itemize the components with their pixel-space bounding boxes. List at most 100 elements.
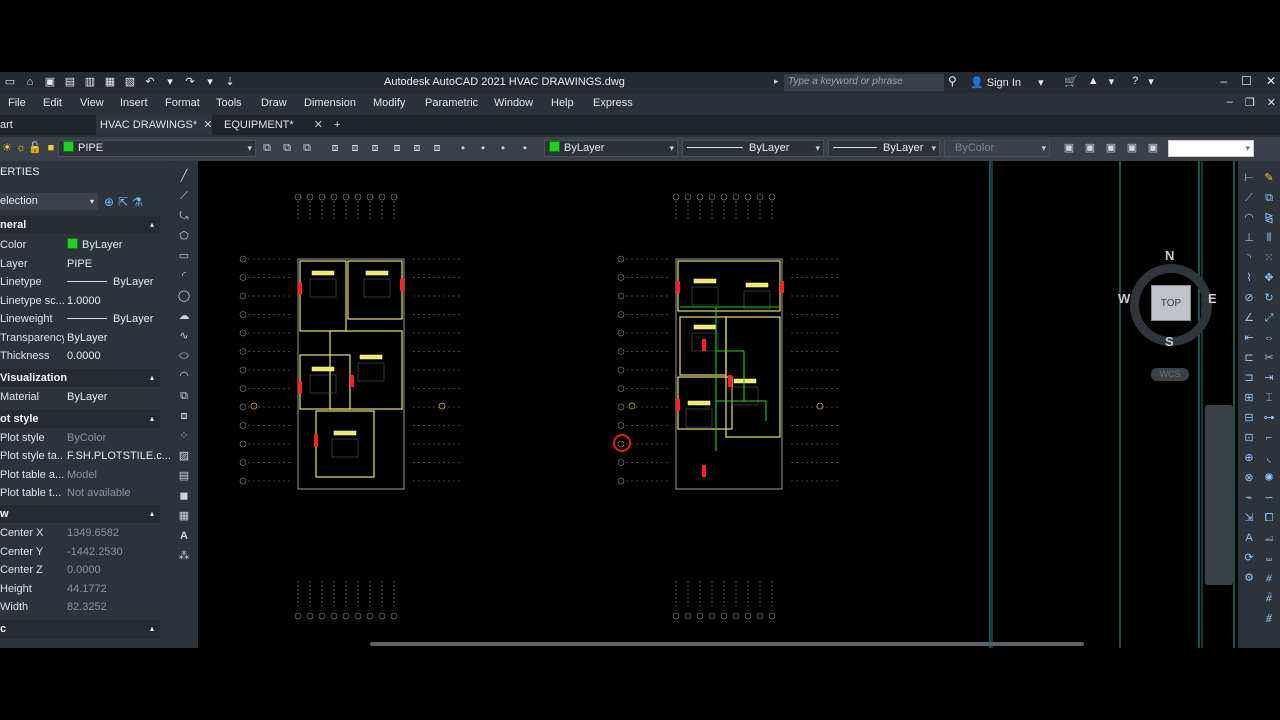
workspace-dropdown[interactable]: ▾ — [1168, 140, 1254, 157]
undo-dropdown-icon[interactable]: ▾ — [162, 75, 178, 89]
dim-update-icon[interactable]: ⟳ — [1242, 551, 1256, 565]
add-selected-icon[interactable]: ⁂ — [177, 549, 191, 563]
multiline-text-icon[interactable]: A — [177, 529, 191, 543]
compass-north[interactable]: N — [1165, 248, 1174, 263]
navigation-bar[interactable] — [1205, 405, 1233, 585]
ellipse-arc-icon[interactable]: ◠ — [177, 369, 191, 383]
point-icon[interactable]: ⁘ — [177, 429, 191, 443]
autodesk-a360-icon[interactable]: ▲ — [1088, 75, 1099, 88]
mirror-icon[interactable]: ⧎ — [1262, 211, 1276, 225]
viewcube-top-face[interactable]: TOP — [1151, 285, 1191, 321]
layer-off-icon[interactable]: ⧈ — [368, 142, 382, 155]
dim-text-edit-icon[interactable]: A — [1242, 531, 1256, 545]
dim-edit-icon[interactable]: ⇲ — [1242, 511, 1256, 525]
circle-icon[interactable]: ◯ — [177, 289, 191, 303]
move-icon[interactable]: ✥ — [1262, 271, 1276, 285]
ordinate-icon[interactable]: ⊥ — [1242, 231, 1256, 245]
rotate-icon[interactable]: ↻ — [1262, 291, 1276, 305]
tab-start[interactable]: art — [0, 115, 60, 135]
space-icon[interactable]: ⊞ — [1242, 391, 1256, 405]
menu-insert[interactable]: Insert — [120, 97, 148, 109]
trim-icon[interactable]: ▣ — [1125, 142, 1139, 155]
isolate-icon[interactable]: ▣ — [1104, 142, 1118, 155]
select-objects-icon[interactable]: ⇱ — [118, 195, 128, 209]
scale-icon[interactable]: ⤢ — [1262, 311, 1276, 325]
cart-icon[interactable]: 🛒 — [1064, 75, 1078, 88]
zoom-extents-icon[interactable]: ▣ — [1146, 142, 1160, 155]
line-icon[interactable]: ╱ — [177, 169, 191, 183]
center-mark-icon[interactable]: ⊕ — [1242, 451, 1256, 465]
layer-isolate-icon[interactable]: ⧈ — [328, 142, 342, 155]
section-plot-style[interactable]: ot style ▴ — [0, 410, 160, 428]
help-dropdown-icon[interactable]: ▾ — [1148, 75, 1154, 88]
jogged-icon[interactable]: ⌇ — [1242, 271, 1256, 285]
extend-icon[interactable]: ⇥ — [1262, 371, 1276, 385]
minimize-icon[interactable]: – — [1220, 74, 1227, 88]
menu-draw[interactable]: Draw — [261, 97, 287, 109]
menu-help[interactable]: Help — [551, 97, 574, 109]
inspect-icon[interactable]: ⊗ — [1242, 471, 1256, 485]
help-icon[interactable]: ? — [1132, 75, 1138, 88]
prop-row-center-z[interactable]: Center Z 0.0000 — [0, 561, 160, 579]
break-icon[interactable]: ⊟ — [1242, 411, 1256, 425]
array-icon[interactable]: ⁙ — [1262, 251, 1276, 265]
undo-icon[interactable]: ↶ — [142, 75, 158, 89]
menu-tools[interactable]: Tools — [216, 97, 242, 109]
prop-row-thickness[interactable]: Thickness 0.0000 — [0, 347, 160, 365]
previous-layer-icon[interactable]: ⧉ — [300, 142, 314, 155]
tab-hvac-drawings[interactable]: HVAC DRAWINGS* ✕ — [96, 115, 213, 135]
prop-row-linetype[interactable]: Linetype ByLayer — [0, 273, 160, 291]
search-input[interactable]: Type a keyword or phrase — [784, 74, 944, 91]
menu-file[interactable]: File — [8, 97, 26, 109]
stretch-icon[interactable]: ⇔ — [1262, 331, 1276, 345]
arc-icon[interactable]: ◜ — [177, 269, 191, 283]
section-visualization[interactable]: Visualization ▴ — [0, 369, 160, 387]
drawing-canvas[interactable] — [198, 161, 1238, 648]
break-at-point-icon[interactable]: ⌶ — [1262, 391, 1276, 405]
import-icon[interactable]: ▦ — [102, 75, 118, 89]
trim-icon[interactable]: ✂ — [1262, 351, 1276, 365]
sign-in-button[interactable]: 👤 Sign In ▾ — [970, 76, 1044, 89]
expand-search-icon[interactable]: ▸ — [774, 76, 779, 87]
compass-east[interactable]: E — [1208, 291, 1217, 306]
menu-window[interactable]: Window — [494, 97, 533, 109]
open-icon[interactable]: ⌂ — [22, 75, 38, 89]
edit-array-icon[interactable]: ⧣ — [1262, 571, 1276, 585]
linetype-dropdown[interactable]: ByLayer ▾ — [682, 140, 824, 157]
plotstyle-dropdown[interactable]: ByColor ▾ — [944, 140, 1050, 157]
new-tab-button[interactable]: + — [334, 115, 340, 135]
align-icon[interactable]: ⧥ — [1262, 611, 1276, 625]
prop-row-lineweight[interactable]: Lineweight ByLayer — [0, 310, 160, 328]
section-view[interactable]: w ▴ — [0, 505, 160, 523]
select-all-icon[interactable]: ▣ — [1083, 142, 1097, 155]
baseline-icon[interactable]: ⊏ — [1242, 351, 1256, 365]
tolerance-icon[interactable]: ⊡ — [1242, 431, 1256, 445]
save-as-icon[interactable]: ▤ — [62, 75, 78, 89]
menu-parametric[interactable]: Parametric — [425, 97, 478, 109]
quick-select-icon[interactable]: ▣ — [1062, 142, 1076, 155]
section-misc[interactable]: c ▴ — [0, 620, 160, 638]
freeze-icon[interactable]: ☼ — [14, 142, 28, 155]
hatch-icon[interactable]: ▨ — [177, 449, 191, 463]
layer-freeze-icon[interactable]: ⧈ — [390, 142, 404, 155]
customize-icon[interactable]: ⇣ — [222, 75, 238, 89]
radius-icon[interactable]: ◝ — [1242, 251, 1256, 265]
wcs-menu[interactable]: WCS — [1151, 368, 1189, 381]
edit-spline-icon[interactable]: ⧡ — [1262, 531, 1276, 545]
jogged-linear-icon[interactable]: ⌁ — [1242, 491, 1256, 505]
layer-state-icon[interactable]: ☀ — [0, 142, 14, 155]
blend-icon[interactable]: ∽ — [1262, 491, 1276, 505]
ellipse-icon[interactable]: ⬭ — [177, 349, 191, 363]
publish-icon[interactable]: ▥ — [82, 75, 98, 89]
copy-to-layer-icon[interactable]: ⬩ — [518, 142, 532, 155]
continue-icon[interactable]: ⊐ — [1242, 371, 1256, 385]
table-icon[interactable]: ▦ — [177, 509, 191, 523]
menu-format[interactable]: Format — [165, 97, 200, 109]
close-icon[interactable]: ✕ — [1266, 74, 1276, 88]
dimension-icon[interactable]: ⊢ — [1242, 171, 1256, 185]
tab-close-icon[interactable]: ✕ — [314, 119, 323, 131]
prop-row-plot-table-type[interactable]: Plot table t... Not available — [0, 484, 160, 502]
prop-row-width[interactable]: Width 82.3252 — [0, 598, 160, 616]
section-general[interactable]: neral ▴ — [0, 216, 160, 234]
prop-row-material[interactable]: Material ByLayer — [0, 388, 160, 406]
